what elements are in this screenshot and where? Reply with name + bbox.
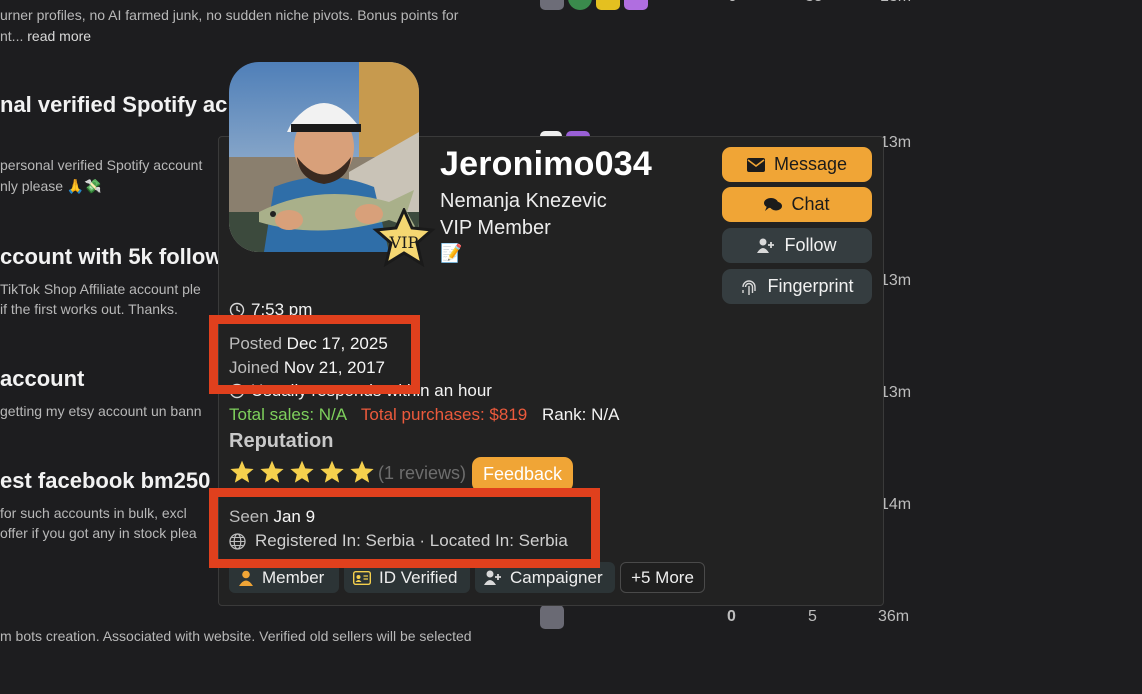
thread-snippet: personal verified Spotify account	[0, 157, 203, 173]
total-purchases[interactable]: Total purchases: $819	[361, 405, 527, 424]
memo-icon[interactable]: 📝	[440, 243, 462, 264]
more-badges-label: +5 More	[631, 567, 694, 587]
thread-title[interactable]: ccount with 5k follow	[0, 244, 222, 270]
vip-badge-icon: VIP	[372, 206, 436, 270]
participant-avatar[interactable]	[624, 0, 648, 10]
participant-avatar[interactable]	[596, 0, 620, 10]
star-icon	[260, 460, 284, 483]
thread-snippet-line2: if the first works out. Thanks.	[0, 301, 178, 317]
thread-snippet: urner profiles, no AI farmed junk, no su…	[0, 7, 459, 23]
page: urner profiles, no AI farmed junk, no su…	[0, 0, 1142, 694]
thread-time: 13m	[880, 384, 912, 401]
member-rank: VIP Member	[440, 217, 551, 239]
real-name: Nemanja Knezevic	[440, 190, 607, 212]
participant-avatar[interactable]	[540, 0, 564, 10]
star-icon	[350, 460, 374, 483]
thread-snippet: m bots creation. Associated with website…	[0, 628, 472, 644]
thread-snippet-line2: nly please 🙏💸	[0, 178, 102, 194]
thread-time: 13m	[880, 272, 912, 289]
thread-snippet-text: nt...	[0, 28, 24, 44]
highlight-posted-joined	[209, 315, 420, 394]
thread-title[interactable]: est facebook bm250	[0, 468, 210, 494]
star-icon	[290, 460, 314, 483]
seller-rank: Rank: N/A	[541, 405, 620, 424]
message-button-label: Message	[773, 154, 848, 174]
star-icon	[230, 460, 254, 483]
trade-stats-row: Total sales: N/A Total purchases: $819 R…	[229, 405, 619, 425]
star-icon	[320, 460, 344, 483]
chat-button[interactable]: Chat	[722, 187, 872, 222]
star-rating	[229, 459, 375, 485]
fingerprint-button[interactable]: Fingerprint	[722, 269, 872, 304]
vip-badge-label: VIP	[389, 233, 419, 252]
id-verified-badge-label: ID Verified	[379, 567, 458, 587]
participant-avatar[interactable]	[568, 0, 592, 10]
follow-button-label: Follow	[784, 235, 837, 255]
view-count: 5	[808, 608, 817, 625]
thread-title[interactable]: nal verified Spotify ac	[0, 92, 227, 118]
campaigner-badge-label: Campaigner	[510, 567, 603, 587]
reply-count: 0	[727, 608, 736, 625]
review-count[interactable]: (1 reviews)	[378, 463, 466, 484]
feedback-button[interactable]: Feedback	[472, 457, 573, 492]
view-count: 35	[805, 0, 823, 6]
thread-snippet-line2: nt... read more	[0, 26, 91, 47]
thread-snippet: TikTok Shop Affiliate account ple	[0, 281, 201, 297]
thread-snippet: getting my etsy account un bann	[0, 403, 202, 419]
chat-button-label: Chat	[791, 194, 830, 214]
chat-bubbles-icon	[764, 198, 783, 211]
envelope-icon	[746, 157, 765, 172]
reputation-heading: Reputation	[229, 430, 334, 452]
thread-snippet-line2: offer if you got any in stock plea	[0, 525, 197, 541]
participant-avatar[interactable]	[540, 605, 564, 629]
reply-count: 0	[728, 0, 737, 6]
total-sales[interactable]: Total sales: N/A	[229, 405, 346, 424]
user-plus-icon	[484, 570, 501, 585]
follow-button[interactable]: Follow	[722, 228, 872, 263]
feedback-button-label: Feedback	[482, 464, 563, 484]
thread-time: 13m	[880, 0, 911, 6]
highlight-seen-location	[209, 488, 600, 568]
read-more-link[interactable]: read more	[27, 28, 91, 44]
thread-time: 13m	[880, 134, 912, 151]
user-icon	[239, 570, 253, 586]
thread-time: 14m	[880, 496, 912, 513]
fingerprint-button-label: Fingerprint	[767, 276, 854, 296]
more-badges-button[interactable]: +5 More	[620, 562, 705, 593]
id-card-icon	[353, 570, 371, 585]
thread-title[interactable]: account	[0, 366, 84, 392]
username[interactable]: Jeronimo034	[440, 145, 652, 184]
member-badge-label: Member	[262, 567, 325, 587]
fingerprint-icon	[742, 279, 757, 295]
user-plus-icon	[757, 238, 775, 253]
message-button[interactable]: Message	[722, 147, 872, 182]
thread-snippet: for such accounts in bulk, excl	[0, 505, 187, 521]
thread-time: 36m	[878, 608, 910, 625]
